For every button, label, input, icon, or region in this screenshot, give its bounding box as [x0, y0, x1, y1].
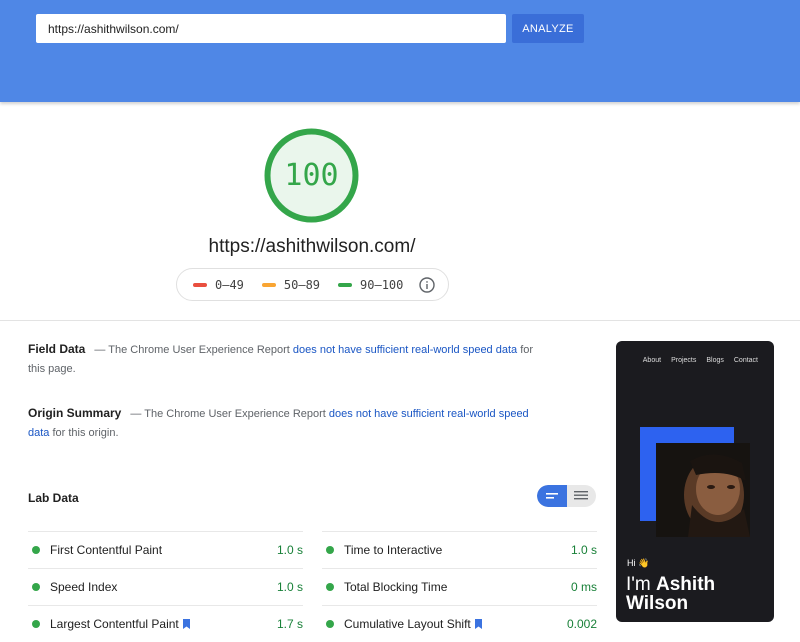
metric-row: Speed Index 1.0 s — [28, 568, 303, 605]
thumbnail-profile-photo — [656, 443, 750, 537]
metric-row: Largest Contentful Paint 1.7 s — [28, 605, 303, 642]
performance-score: 100 — [284, 158, 339, 193]
thumbnail-nav-contact: Contact — [733, 357, 758, 364]
bookmark-icon — [182, 619, 190, 629]
metric-row: Cumulative Layout Shift 0.002 — [322, 605, 597, 642]
pass-dot-icon — [326, 620, 334, 628]
metric-label-with-bookmark: Cumulative Layout Shift — [344, 617, 482, 631]
legend-fail-label: 0–49 — [215, 277, 244, 292]
page-screenshot-thumbnail: About Projects Blogs Contact Hi 👋 I'm As… — [616, 341, 774, 622]
tested-url: https://ashithwilson.com/ — [208, 236, 416, 257]
top-bar: ANALYZE — [0, 0, 800, 102]
field-data-title: Field Data — [28, 342, 86, 356]
thumbnail-nav: About Projects Blogs Contact — [616, 357, 774, 364]
metric-value: 0 ms — [570, 580, 597, 594]
metric-row: Total Blocking Time 0 ms — [322, 568, 597, 605]
score-legend: 0–49 50–89 90–100 — [176, 268, 449, 301]
legend-item-pass: 90–100 — [338, 278, 403, 292]
field-data-section: Field Data — The Chrome User Experience … — [28, 340, 548, 379]
metrics-left-column: First Contentful Paint 1.0 s Speed Index… — [28, 531, 303, 642]
metric-label-text: Largest Contentful Paint — [50, 617, 179, 631]
analyze-button[interactable]: ANALYZE — [512, 14, 584, 43]
metric-row: First Contentful Paint 1.0 s — [28, 531, 303, 568]
legend-average-label: 50–89 — [283, 277, 321, 292]
thumbnail-name-prefix: I'm — [626, 574, 651, 595]
metric-row: Time to Interactive 1.0 s — [322, 531, 597, 568]
metric-label: First Contentful Paint — [50, 543, 163, 557]
legend-item-average: 50–89 — [261, 277, 321, 292]
metrics-right-column: Time to Interactive 1.0 s Total Blocking… — [322, 531, 597, 642]
legend-average-swatch — [261, 282, 276, 287]
thumbnail-greeting: Hi 👋 — [627, 558, 650, 568]
legend-fail-swatch — [193, 282, 207, 287]
pass-dot-icon — [32, 620, 40, 628]
view-toggle — [537, 485, 596, 507]
metric-value: 1.0 s — [276, 580, 303, 594]
metric-value: 1.0 s — [570, 543, 597, 557]
list-view-icon — [574, 491, 588, 500]
metric-value: 0.002 — [566, 617, 597, 631]
metric-label: Speed Index — [50, 580, 118, 594]
pass-dot-icon — [326, 583, 334, 591]
thumbnail-hero-name: I'm Ashith Wilson — [626, 575, 715, 613]
info-icon[interactable] — [419, 276, 436, 293]
summary-view-icon — [546, 493, 558, 499]
pass-dot-icon — [32, 546, 40, 554]
metric-label: Total Blocking Time — [344, 580, 448, 594]
thumbnail-name-first: Ashith — [656, 574, 716, 595]
profile-photo-illustration — [656, 443, 750, 537]
pass-dot-icon — [326, 546, 334, 554]
url-input[interactable] — [36, 14, 506, 43]
origin-summary-title: Origin Summary — [28, 406, 122, 420]
list-view-button[interactable] — [567, 485, 596, 507]
origin-summary-prefix: — The Chrome User Experience Report — [130, 408, 326, 420]
thumbnail-name-last: Wilson — [626, 593, 689, 614]
thumbnail-nav-projects: Projects — [671, 357, 697, 364]
field-data-link[interactable]: does not have sufficient real-world spee… — [293, 344, 517, 356]
metric-value: 1.7 s — [276, 617, 303, 631]
metric-label: Time to Interactive — [344, 543, 443, 557]
section-divider — [0, 320, 800, 321]
metric-label-with-bookmark: Largest Contentful Paint — [50, 617, 190, 631]
legend-pass-label: 90–100 — [360, 277, 404, 292]
legend-item-fail: 0–49 — [193, 278, 244, 292]
origin-summary-section: Origin Summary — The Chrome User Experie… — [28, 404, 548, 443]
bookmark-icon — [474, 619, 482, 629]
summary-view-button[interactable] — [537, 485, 567, 507]
pass-dot-icon — [32, 583, 40, 591]
field-data-prefix: — The Chrome User Experience Report — [94, 344, 290, 356]
thumbnail-nav-about: About — [642, 357, 662, 364]
metric-label-text: Cumulative Layout Shift — [344, 617, 471, 631]
legend-pass-swatch — [338, 282, 353, 287]
thumbnail-nav-blogs: Blogs — [706, 357, 724, 364]
origin-summary-suffix: for this origin. — [52, 427, 119, 439]
metric-value: 1.0 s — [276, 543, 303, 557]
lab-data-title: Lab Data — [28, 491, 79, 505]
